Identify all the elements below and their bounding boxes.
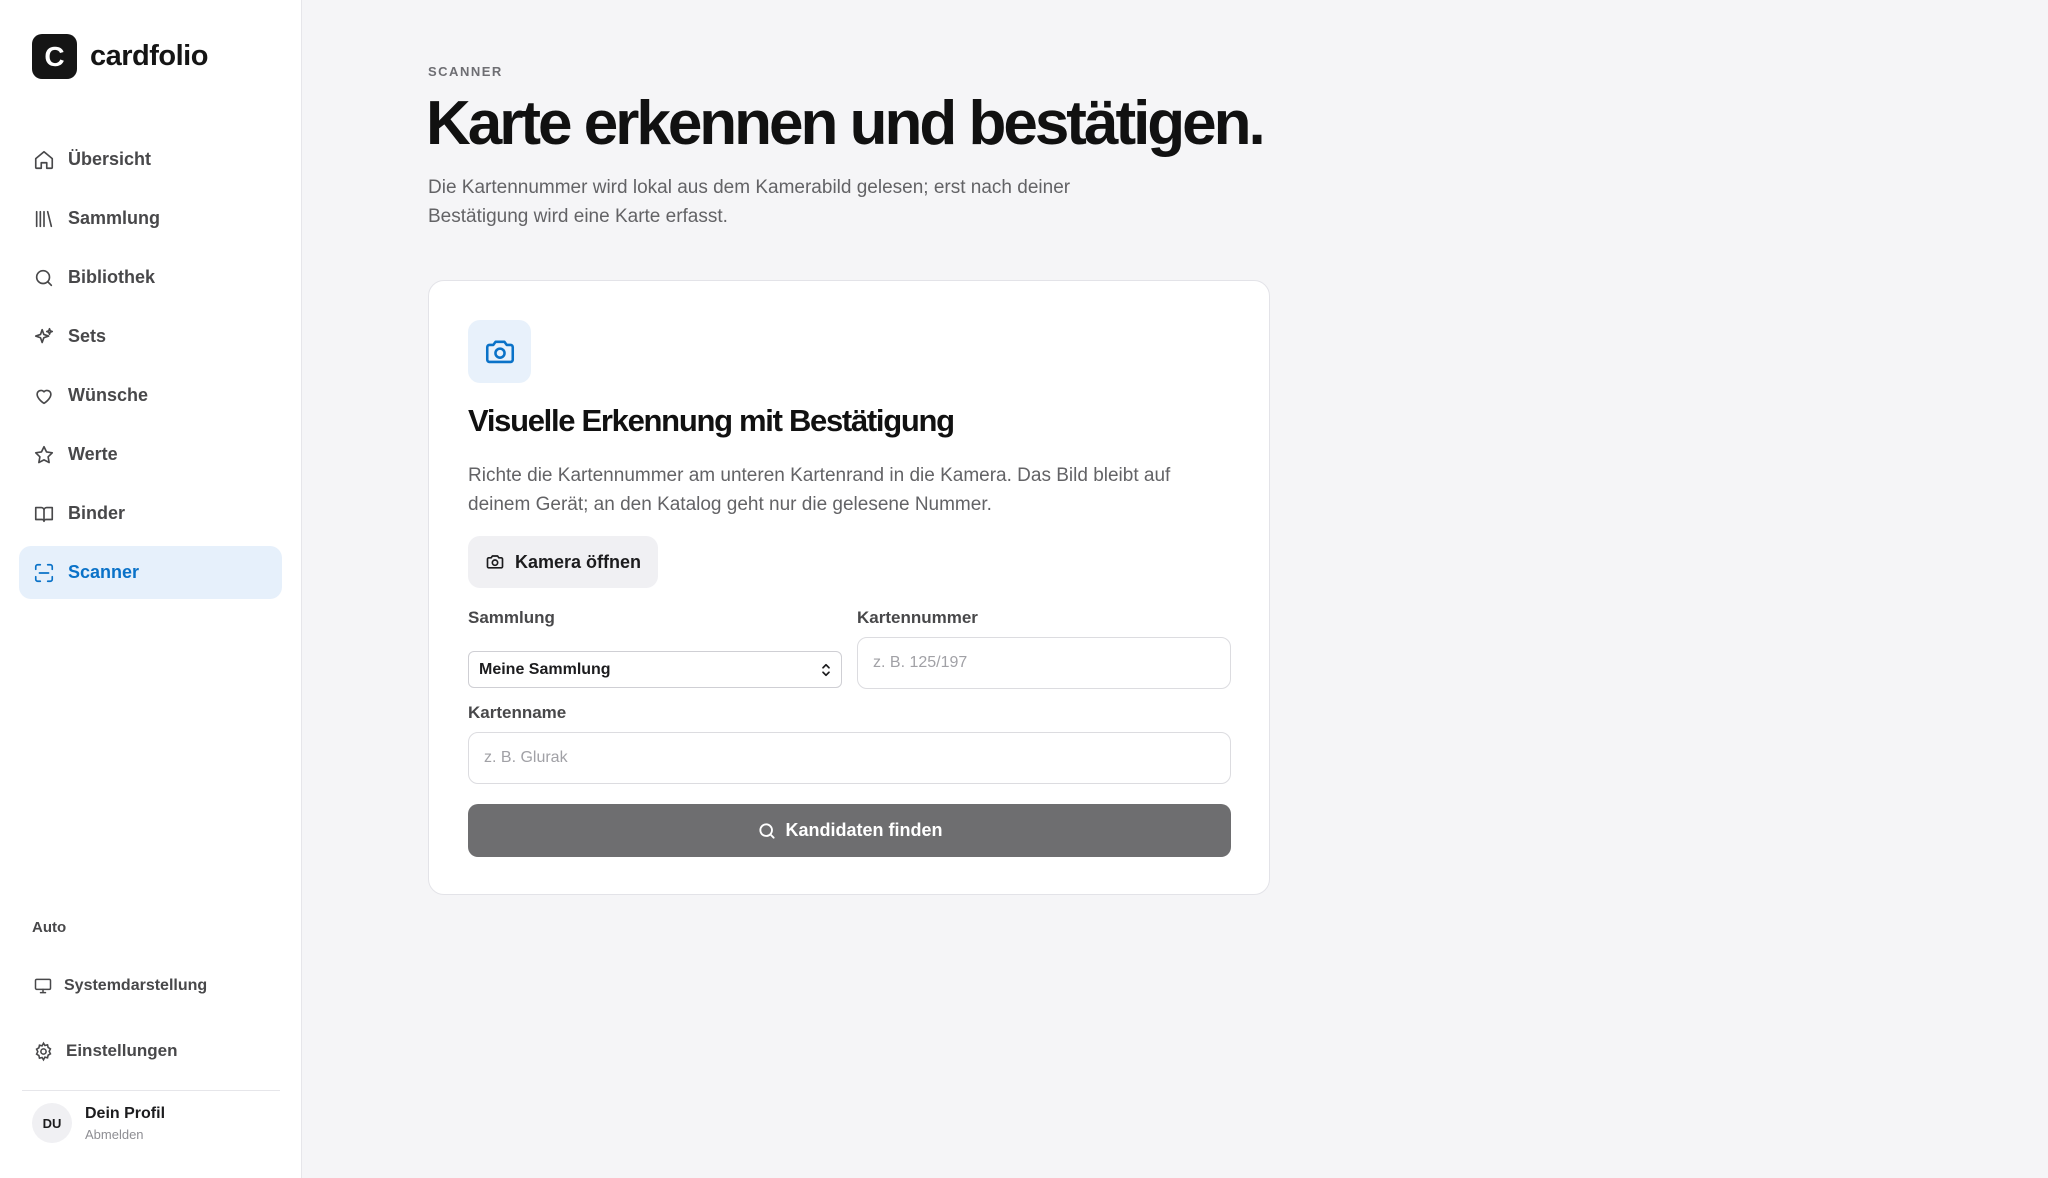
monitor-icon: [32, 975, 54, 997]
page-description: Die Kartennummer wird lokal aus dem Kame…: [428, 177, 1071, 227]
book-open-icon: [32, 502, 56, 526]
star-icon: [32, 443, 56, 467]
page-title: Karte erkennen und bestätigen.: [426, 89, 1266, 158]
sidebar-item-scanner[interactable]: Scanner: [19, 546, 282, 599]
open-camera-button[interactable]: Kamera öffnen: [468, 536, 658, 588]
sidebar-item-label: Übersicht: [68, 149, 152, 169]
find-candidates-label: Kandidaten finden: [785, 820, 943, 840]
sparkles-icon: [32, 325, 56, 349]
collection-label: Sammlung: [468, 608, 555, 627]
sidebar-item-uebersicht[interactable]: Übersicht: [19, 133, 282, 186]
sidebar-item-label: Wünsche: [68, 385, 149, 405]
sidebar-nav: Übersicht Sammlung Bibliothek Sets Wünsc…: [19, 133, 282, 605]
card-name-label: Kartenname: [468, 703, 567, 722]
sidebar: C cardfolio Übersicht Sammlung Bibliothe…: [0, 0, 302, 1178]
theme-label: Auto: [32, 919, 67, 936]
camera-icon: [485, 552, 505, 572]
camera-icon: [468, 320, 531, 383]
sidebar-item-wuensche[interactable]: Wünsche: [19, 369, 282, 422]
search-icon: [757, 821, 777, 841]
sidebar-item-label: Werte: [68, 444, 118, 464]
card-number-label: Kartennummer: [857, 608, 978, 627]
sidebar-item-label: Bibliothek: [68, 267, 156, 287]
card-description: Richte die Kartennummer am unteren Karte…: [468, 465, 1171, 515]
sidebar-item-label: Sets: [68, 326, 107, 346]
card-title: Visuelle Erkennung mit Bestätigung: [468, 403, 955, 438]
scan-icon: [32, 561, 56, 585]
scanner-card: Visuelle Erkennung mit Bestätigung Richt…: [428, 280, 1270, 895]
page-eyebrow: SCANNER: [428, 64, 503, 79]
home-icon: [32, 148, 56, 172]
profile-text: Dein Profil Abmelden: [85, 1105, 165, 1142]
avatar: DU: [32, 1103, 72, 1143]
search-icon: [32, 266, 56, 290]
settings-label: Einstellungen: [66, 1041, 178, 1060]
sidebar-item-binder[interactable]: Binder: [19, 487, 282, 540]
sidebar-item-sammlung[interactable]: Sammlung: [19, 192, 282, 245]
gear-icon: [32, 1040, 54, 1062]
sidebar-item-sets[interactable]: Sets: [19, 310, 282, 363]
profile[interactable]: DU Dein Profil Abmelden: [32, 1103, 165, 1143]
theme-toggle-label: Systemdarstellung: [64, 977, 208, 994]
brand[interactable]: C cardfolio: [32, 34, 208, 79]
card-number-input[interactable]: [857, 637, 1231, 689]
profile-name: Dein Profil: [85, 1104, 166, 1122]
theme-toggle[interactable]: Systemdarstellung: [32, 975, 207, 997]
sidebar-item-label: Scanner: [68, 562, 140, 582]
sidebar-item-label: Binder: [68, 503, 126, 523]
sidebar-item-label: Sammlung: [68, 208, 161, 228]
open-camera-label: Kamera öffnen: [514, 551, 642, 572]
brand-logo: C: [32, 34, 77, 79]
chevron-up-down-icon: [817, 661, 835, 679]
settings-link[interactable]: Einstellungen: [32, 1040, 177, 1062]
logout-link[interactable]: Abmelden: [85, 1127, 165, 1142]
find-candidates-button[interactable]: Kandidaten finden: [468, 804, 1231, 857]
library-icon: [32, 207, 56, 231]
collection-select[interactable]: Meine Sammlung: [468, 651, 842, 688]
sidebar-item-bibliothek[interactable]: Bibliothek: [19, 251, 282, 304]
brand-name: cardfolio: [90, 40, 208, 72]
sidebar-divider: [22, 1090, 280, 1091]
collection-select-value: Meine Sammlung: [479, 660, 611, 678]
sidebar-item-werte[interactable]: Werte: [19, 428, 282, 481]
card-name-input[interactable]: [468, 732, 1231, 784]
heart-icon: [32, 384, 56, 408]
